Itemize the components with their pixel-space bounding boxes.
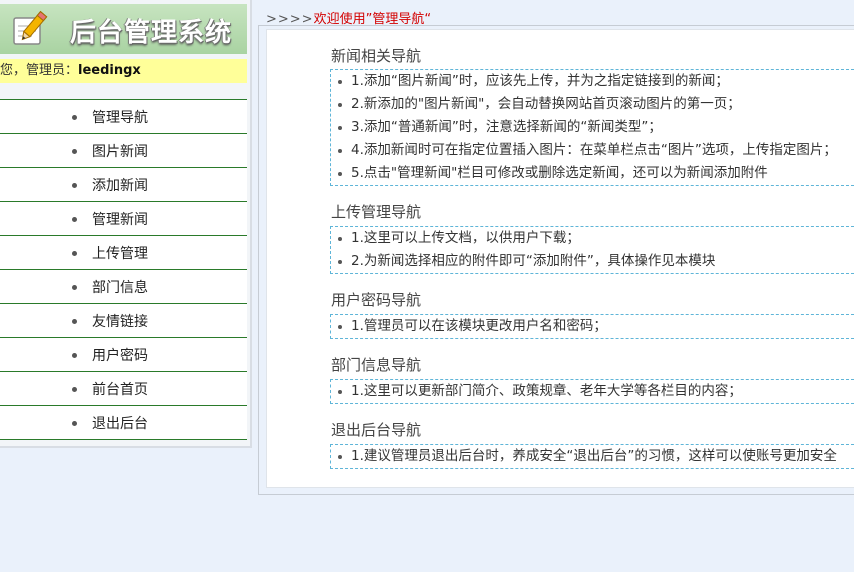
- menu-item-label: 部门信息: [92, 280, 148, 296]
- content-inner: 新闻相关导航 1.添加“图片新闻”时，应该先上传，并为之指定链接到的新闻； 2.…: [266, 29, 854, 488]
- menu-item-label: 用户密码: [92, 348, 148, 364]
- list-item: 1.建议管理员退出后台时，养成安全“退出后台”的习惯，这样可以使账号更加安全: [331, 445, 854, 468]
- system-title: 后台管理系统: [70, 18, 233, 48]
- welcome-bar: 您，管理员：leedingx: [0, 59, 247, 83]
- menu-item-department[interactable]: 部门信息: [0, 269, 247, 303]
- menu-item-label: 管理新闻: [92, 212, 148, 228]
- welcome-prefix: 您，管理员：: [0, 63, 79, 78]
- list-item: 1.这里可以更新部门简介、政策规章、老年大学等各栏目的内容；: [331, 380, 854, 403]
- section-box-logout: 1.建议管理员退出后台时，养成安全“退出后台”的习惯，这样可以使账号更加安全: [330, 444, 854, 469]
- admin-username: leedingx: [78, 63, 141, 78]
- menu-item-image-news[interactable]: 图片新闻: [0, 133, 247, 167]
- menu-item-label: 友情链接: [92, 314, 148, 330]
- menu-item-manage-news[interactable]: 管理新闻: [0, 201, 247, 235]
- menu-item-label: 前台首页: [92, 382, 148, 398]
- list-item: 2.为新闻选择相应的附件即可“添加附件”，具体操作见本模块: [331, 250, 854, 273]
- menu-item-label: 添加新闻: [92, 178, 148, 194]
- section-box-news: 1.添加“图片新闻”时，应该先上传，并为之指定链接到的新闻； 2.新添加的"图片…: [330, 69, 854, 186]
- section-box-upload: 1.这里可以上传文档，以供用户下载； 2.为新闻选择相应的附件即可“添加附件”，…: [330, 226, 854, 274]
- section-title-news: 新闻相关导航: [331, 47, 422, 65]
- list-item: 1.管理员可以在该模块更改用户名和密码；: [331, 315, 854, 338]
- menu-item-label: 管理导航: [92, 110, 148, 126]
- list-item: 1.这里可以上传文档，以供用户下载；: [331, 227, 854, 250]
- list-item: 1.添加“图片新闻”时，应该先上传，并为之指定链接到的新闻；: [331, 70, 854, 93]
- section-box-department: 1.这里可以更新部门简介、政策规章、老年大学等各栏目的内容；: [330, 379, 854, 404]
- menu-item-frontpage[interactable]: 前台首页: [0, 371, 247, 405]
- menu-item-add-news[interactable]: 添加新闻: [0, 167, 247, 201]
- menu-item-links[interactable]: 友情链接: [0, 303, 247, 337]
- list-item: 3.添加“普通新闻”时，注意选择新闻的“新闻类型”；: [331, 116, 854, 139]
- nav-menu: 管理导航 图片新闻 添加新闻 管理新闻 上传管理 部门信息 友情链接 用户密码 …: [0, 99, 247, 440]
- pencil-notepad-icon: [13, 10, 48, 45]
- section-title-password: 用户密码导航: [331, 291, 422, 309]
- menu-item-logout[interactable]: 退出后台: [0, 405, 247, 440]
- menu-item-label: 上传管理: [92, 246, 148, 262]
- menu-item-label: 图片新闻: [92, 144, 148, 160]
- list-item: 5.点击"管理新闻"栏目可修改或删除选定新闻，还可以为新闻添加附件: [331, 162, 854, 185]
- menu-item-password[interactable]: 用户密码: [0, 337, 247, 371]
- menu-item-label: 退出后台: [92, 416, 148, 432]
- section-box-password: 1.管理员可以在该模块更改用户名和密码；: [330, 314, 854, 339]
- sidebar: 后台管理系统 您，管理员：leedingx 管理导航 图片新闻 添加新闻 管理新…: [0, 0, 252, 448]
- menu-item-manage-nav[interactable]: 管理导航: [0, 99, 247, 133]
- section-title-logout: 退出后台导航: [331, 421, 422, 439]
- section-title-department: 部门信息导航: [331, 356, 422, 374]
- logo-banner: 后台管理系统: [0, 4, 247, 54]
- list-item: 2.新添加的"图片新闻"，会自动替换网站首页滚动图片的第一页；: [331, 93, 854, 116]
- section-title-upload: 上传管理导航: [331, 203, 422, 221]
- list-item: 4.添加新闻时可在指定位置插入图片：在菜单栏点击“图片”选项，上传指定图片；: [331, 139, 854, 162]
- content-panel: 新闻相关导航 1.添加“图片新闻”时，应该先上传，并为之指定链接到的新闻； 2.…: [258, 25, 854, 495]
- menu-item-upload[interactable]: 上传管理: [0, 235, 247, 269]
